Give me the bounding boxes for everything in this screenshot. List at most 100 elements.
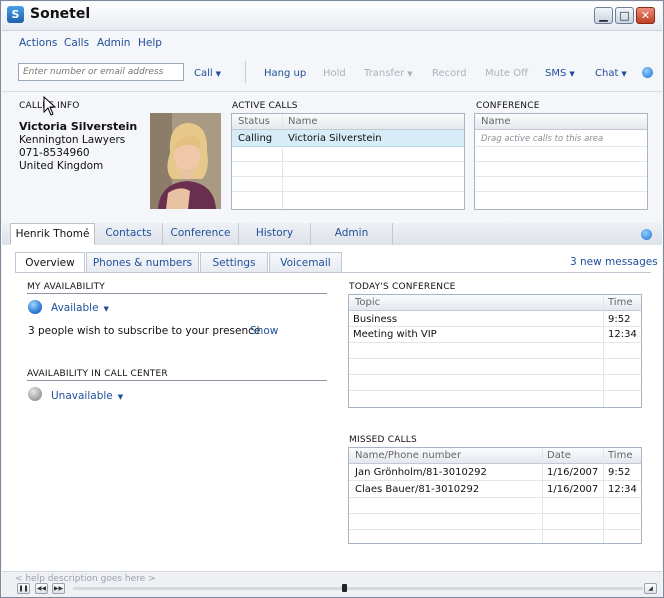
sms-button[interactable]: SMS ▼ bbox=[545, 68, 575, 79]
tab-contacts[interactable]: Contacts bbox=[95, 223, 163, 245]
callee-name: Victoria Silverstein bbox=[19, 120, 138, 133]
progress-thumb[interactable] bbox=[342, 584, 347, 592]
row-divider bbox=[475, 146, 647, 147]
minimize-button[interactable]: ▁ bbox=[594, 7, 613, 24]
column-header-name[interactable]: Name bbox=[288, 116, 318, 127]
callee-avatar bbox=[150, 113, 221, 209]
todays-conference-label: TODAY'S CONFERENCE bbox=[349, 282, 456, 292]
chevron-down-icon: ▼ bbox=[103, 305, 109, 313]
column-header-name-phone[interactable]: Name/Phone number bbox=[355, 450, 461, 461]
todays-conference-header bbox=[349, 295, 641, 311]
row-divider bbox=[349, 374, 641, 375]
title-bar bbox=[2, 2, 662, 31]
conference-topic: Business bbox=[353, 314, 398, 325]
toolbar-divider bbox=[245, 61, 246, 83]
call-center-label: AVAILABILITY IN CALL CENTER bbox=[27, 369, 168, 379]
row-divider bbox=[349, 529, 641, 530]
sonetel-logo-icon: S bbox=[7, 6, 24, 23]
missed-calls-grid: Name/Phone number Date Time Jan Grönholm… bbox=[348, 447, 642, 544]
call-button[interactable]: Call ▼ bbox=[194, 68, 221, 79]
chevron-down-icon: ▼ bbox=[215, 70, 222, 78]
maximize-button[interactable]: □ bbox=[615, 7, 634, 24]
sonetel-window: S Sonetel ▁ □ ✕ Actions Calls Admin Help… bbox=[0, 0, 664, 598]
new-messages-link[interactable]: 3 new messages bbox=[570, 256, 658, 268]
missed-call-name: Jan Grönholm/81-3010292 bbox=[355, 467, 487, 478]
subtab-voicemail[interactable]: Voicemail bbox=[269, 252, 342, 273]
menu-admin[interactable]: Admin bbox=[97, 37, 130, 49]
pause-button[interactable]: ❚❚ bbox=[17, 583, 30, 594]
active-call-name: Victoria Silverstein bbox=[288, 133, 382, 144]
missed-call-time: 12:34 bbox=[608, 484, 637, 495]
todays-conference-grid: Topic Time Business 9:52 Meeting with VI… bbox=[348, 294, 642, 408]
row-divider bbox=[349, 513, 641, 514]
record-button[interactable]: Record bbox=[432, 68, 467, 79]
column-header-topic[interactable]: Topic bbox=[355, 297, 380, 308]
mouse-cursor-icon bbox=[43, 96, 57, 116]
row-divider bbox=[349, 390, 641, 391]
progress-track[interactable] bbox=[73, 587, 643, 590]
subtab-settings[interactable]: Settings bbox=[200, 252, 268, 273]
column-header-date[interactable]: Date bbox=[547, 450, 571, 461]
callee-country: United Kingdom bbox=[19, 160, 104, 172]
subscribe-notice: 3 people wish to subscribe to your prese… bbox=[28, 325, 261, 337]
menu-calls[interactable]: Calls bbox=[64, 37, 89, 49]
call-center-status: Unavailable bbox=[51, 390, 113, 402]
menu-help[interactable]: Help bbox=[138, 37, 162, 49]
tab-henrik-thome[interactable]: Henrik Thomé bbox=[10, 223, 95, 245]
row-divider bbox=[349, 358, 641, 359]
conference-label: CONFERENCE bbox=[476, 101, 540, 111]
number-input[interactable] bbox=[18, 63, 184, 81]
tab-conference[interactable]: Conference bbox=[163, 223, 239, 245]
column-header-status[interactable]: Status bbox=[238, 116, 270, 127]
hold-button[interactable]: Hold bbox=[323, 68, 346, 79]
show-subscribers-link[interactable]: Show bbox=[250, 325, 278, 337]
mute-off-button[interactable]: Mute Off bbox=[485, 68, 528, 79]
tab-admin[interactable]: Admin bbox=[311, 223, 393, 245]
row-divider bbox=[475, 176, 647, 177]
subtab-baseline bbox=[15, 272, 651, 273]
chevron-down-icon: ▼ bbox=[117, 393, 124, 401]
column-header-name[interactable]: Name bbox=[481, 116, 511, 127]
callee-company: Kennington Lawyers bbox=[19, 134, 126, 146]
row-divider bbox=[475, 161, 647, 162]
call-label: Call bbox=[194, 68, 213, 79]
conference-drop-hint: Drag active calls to this area bbox=[481, 134, 604, 144]
transfer-label: Transfer bbox=[364, 68, 405, 79]
conference-time: 12:34 bbox=[608, 329, 637, 340]
section-rule bbox=[27, 293, 327, 294]
resize-grip-icon[interactable]: ◢ bbox=[644, 583, 657, 594]
callee-phone: 071-8534960 bbox=[19, 147, 90, 159]
tab-history[interactable]: History bbox=[239, 223, 311, 245]
close-button[interactable]: ✕ bbox=[636, 7, 655, 24]
availability-dropdown[interactable]: Available ▼ bbox=[51, 302, 109, 314]
app-title: Sonetel bbox=[30, 6, 91, 22]
active-calls-grid: Status Name Calling Victoria Silverstein bbox=[231, 113, 465, 210]
column-header-time[interactable]: Time bbox=[608, 450, 632, 461]
conference-time: 9:52 bbox=[608, 314, 631, 325]
row-divider bbox=[232, 176, 464, 177]
next-button[interactable]: ▶▶ bbox=[52, 583, 65, 594]
presence-orb-icon[interactable] bbox=[642, 67, 653, 78]
conference-grid[interactable]: Name Drag active calls to this area bbox=[474, 113, 648, 210]
chat-label: Chat bbox=[595, 68, 619, 79]
subtab-phones-numbers[interactable]: Phones & numbers bbox=[86, 252, 199, 273]
subtab-overview[interactable]: Overview bbox=[15, 252, 85, 273]
active-call-status: Calling bbox=[238, 133, 273, 144]
collapse-icon[interactable] bbox=[641, 229, 652, 240]
transfer-button[interactable]: Transfer ▼ bbox=[364, 68, 413, 79]
chat-button[interactable]: Chat ▼ bbox=[595, 68, 627, 79]
column-header-time[interactable]: Time bbox=[608, 297, 632, 308]
conference-topic: Meeting with VIP bbox=[353, 329, 437, 340]
row-divider bbox=[232, 191, 464, 192]
my-availability-label: MY AVAILABILITY bbox=[27, 282, 105, 292]
call-center-dropdown[interactable]: Unavailable ▼ bbox=[51, 390, 123, 402]
missed-calls-label: MISSED CALLS bbox=[349, 435, 417, 445]
available-globe-icon bbox=[28, 300, 42, 314]
menu-actions[interactable]: Actions bbox=[19, 37, 57, 49]
missed-call-name: Claes Bauer/81-3010292 bbox=[355, 484, 480, 495]
hang-up-button[interactable]: Hang up bbox=[264, 68, 306, 79]
chevron-down-icon: ▼ bbox=[621, 70, 627, 78]
previous-button[interactable]: ◀◀ bbox=[35, 583, 48, 594]
active-calls-label: ACTIVE CALLS bbox=[232, 101, 298, 111]
row-divider bbox=[349, 342, 641, 343]
